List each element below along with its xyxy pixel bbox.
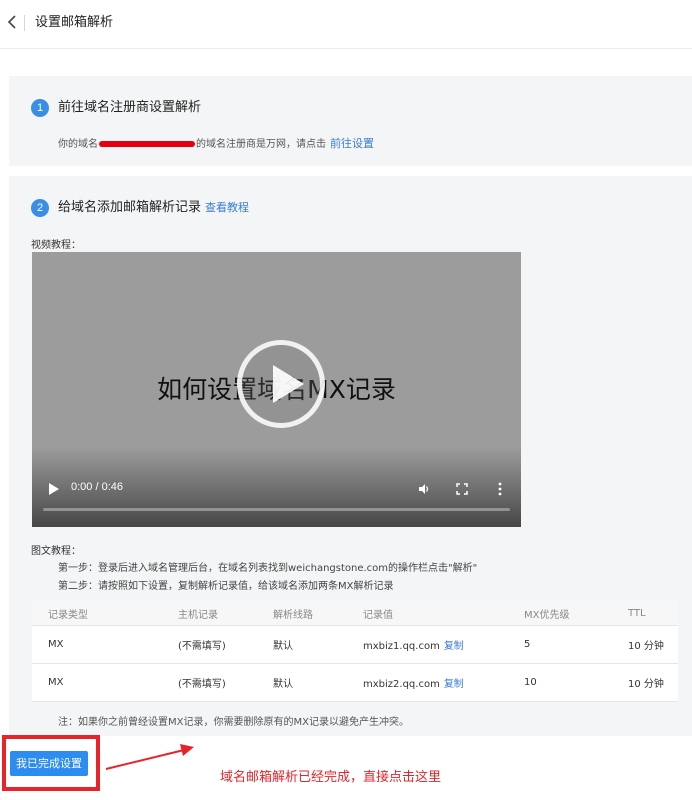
cell-mx-priority: 5 — [508, 625, 612, 664]
redacted-domain — [99, 141, 195, 147]
fullscreen-icon[interactable] — [456, 483, 468, 495]
step2-panel: 2 给域名添加邮箱解析记录 查看教程 视频教程： 如何设置域名MX记录 0:00 … — [9, 176, 692, 736]
cell-line: 默认 — [257, 663, 347, 702]
instruction-step-1: 第一步：登录后进入域名管理后台，在域名列表找到weichangstone.com… — [58, 563, 478, 574]
cell-record-type: MX — [32, 625, 162, 664]
record-value-text: mxbiz2.qq.com — [363, 679, 440, 690]
cell-mx-priority: 10 — [508, 663, 612, 702]
record-value-text: mxbiz1.qq.com — [363, 641, 440, 652]
video-tutorial-label: 视频教程： — [31, 240, 81, 251]
copy-button[interactable]: 复制 — [444, 679, 464, 690]
instruction-step-2: 第二步：请按照如下设置，复制解析记录值，给该域名添加两条MX解析记录 — [58, 581, 394, 592]
col-record-type: 记录类型 — [32, 601, 162, 626]
col-host: 主机记录 — [162, 601, 257, 626]
step1-panel: 1 前往域名注册商设置解析 你的域名 的域名注册商是万网，请点击 前往设置 — [9, 76, 692, 166]
conflict-note: 注：如果你之前曾经设置MX记录，你需要删除原有的MX记录以避免产生冲突。 — [58, 717, 409, 728]
text-tutorial-label: 图文教程： — [31, 546, 81, 557]
col-value: 记录值 — [347, 601, 508, 626]
done-setup-button[interactable]: 我已完成设置 — [10, 751, 88, 776]
step1-number-badge: 1 — [31, 99, 49, 117]
cell-value: mxbiz1.qq.com 复制 — [347, 625, 508, 664]
video-progress-bar[interactable] — [43, 508, 510, 511]
volume-icon[interactable] — [418, 483, 430, 495]
step2-title-text: 给域名添加邮箱解析记录 — [58, 200, 202, 215]
goto-settings-link[interactable]: 前往设置 — [330, 137, 374, 150]
col-ttl: TTL — [612, 601, 678, 626]
more-vertical-icon[interactable] — [498, 482, 502, 496]
cell-value: mxbiz2.qq.com 复制 — [347, 663, 508, 702]
table-header-row: 记录类型 主机记录 解析线路 记录值 MX优先级 TTL — [32, 601, 678, 626]
step1-desc-prefix: 你的域名 — [58, 139, 98, 150]
table-row: MX (不需填写) 默认 mxbiz1.qq.com 复制 5 10 分钟 — [32, 625, 678, 664]
table-row: MX (不需填写) 默认 mxbiz2.qq.com 复制 10 10 分钟 — [32, 663, 678, 702]
arrow-icon — [105, 744, 194, 770]
step1-description: 你的域名 的域名注册商是万网，请点击 前往设置 — [58, 135, 374, 154]
header-divider — [24, 15, 25, 31]
cell-ttl: 10 分钟 — [612, 625, 678, 664]
step2-number-badge: 2 — [31, 199, 49, 217]
col-line: 解析线路 — [257, 601, 347, 626]
video-time: 0:00 / 0:46 — [71, 481, 123, 493]
step1-desc-suffix: 的域名注册商是万网，请点击 — [196, 139, 326, 150]
back-chevron-icon[interactable] — [6, 14, 20, 30]
step1-title: 前往域名注册商设置解析 — [58, 100, 202, 115]
copy-button[interactable]: 复制 — [444, 641, 464, 652]
step2-title: 给域名添加邮箱解析记录 查看教程 — [58, 199, 249, 217]
cell-host: (不需填写) — [162, 663, 257, 702]
view-tutorial-link[interactable]: 查看教程 — [205, 201, 249, 214]
cell-line: 默认 — [257, 625, 347, 664]
page-title: 设置邮箱解析 — [35, 15, 114, 30]
cell-ttl: 10 分钟 — [612, 663, 678, 702]
cell-record-type: MX — [32, 663, 162, 702]
cell-host: (不需填写) — [162, 625, 257, 664]
control-play-icon[interactable] — [49, 483, 59, 495]
col-mx-priority: MX优先级 — [508, 601, 612, 626]
annotation-text: 域名邮箱解析已经完成，直接点击这里 — [220, 770, 442, 785]
mx-records-table: 记录类型 主机记录 解析线路 记录值 MX优先级 TTL MX (不需填写) 默… — [32, 601, 678, 702]
page-header: 设置邮箱解析 — [0, 0, 692, 49]
play-icon[interactable] — [237, 340, 325, 428]
video-player[interactable]: 如何设置域名MX记录 0:00 / 0:46 — [32, 252, 521, 527]
